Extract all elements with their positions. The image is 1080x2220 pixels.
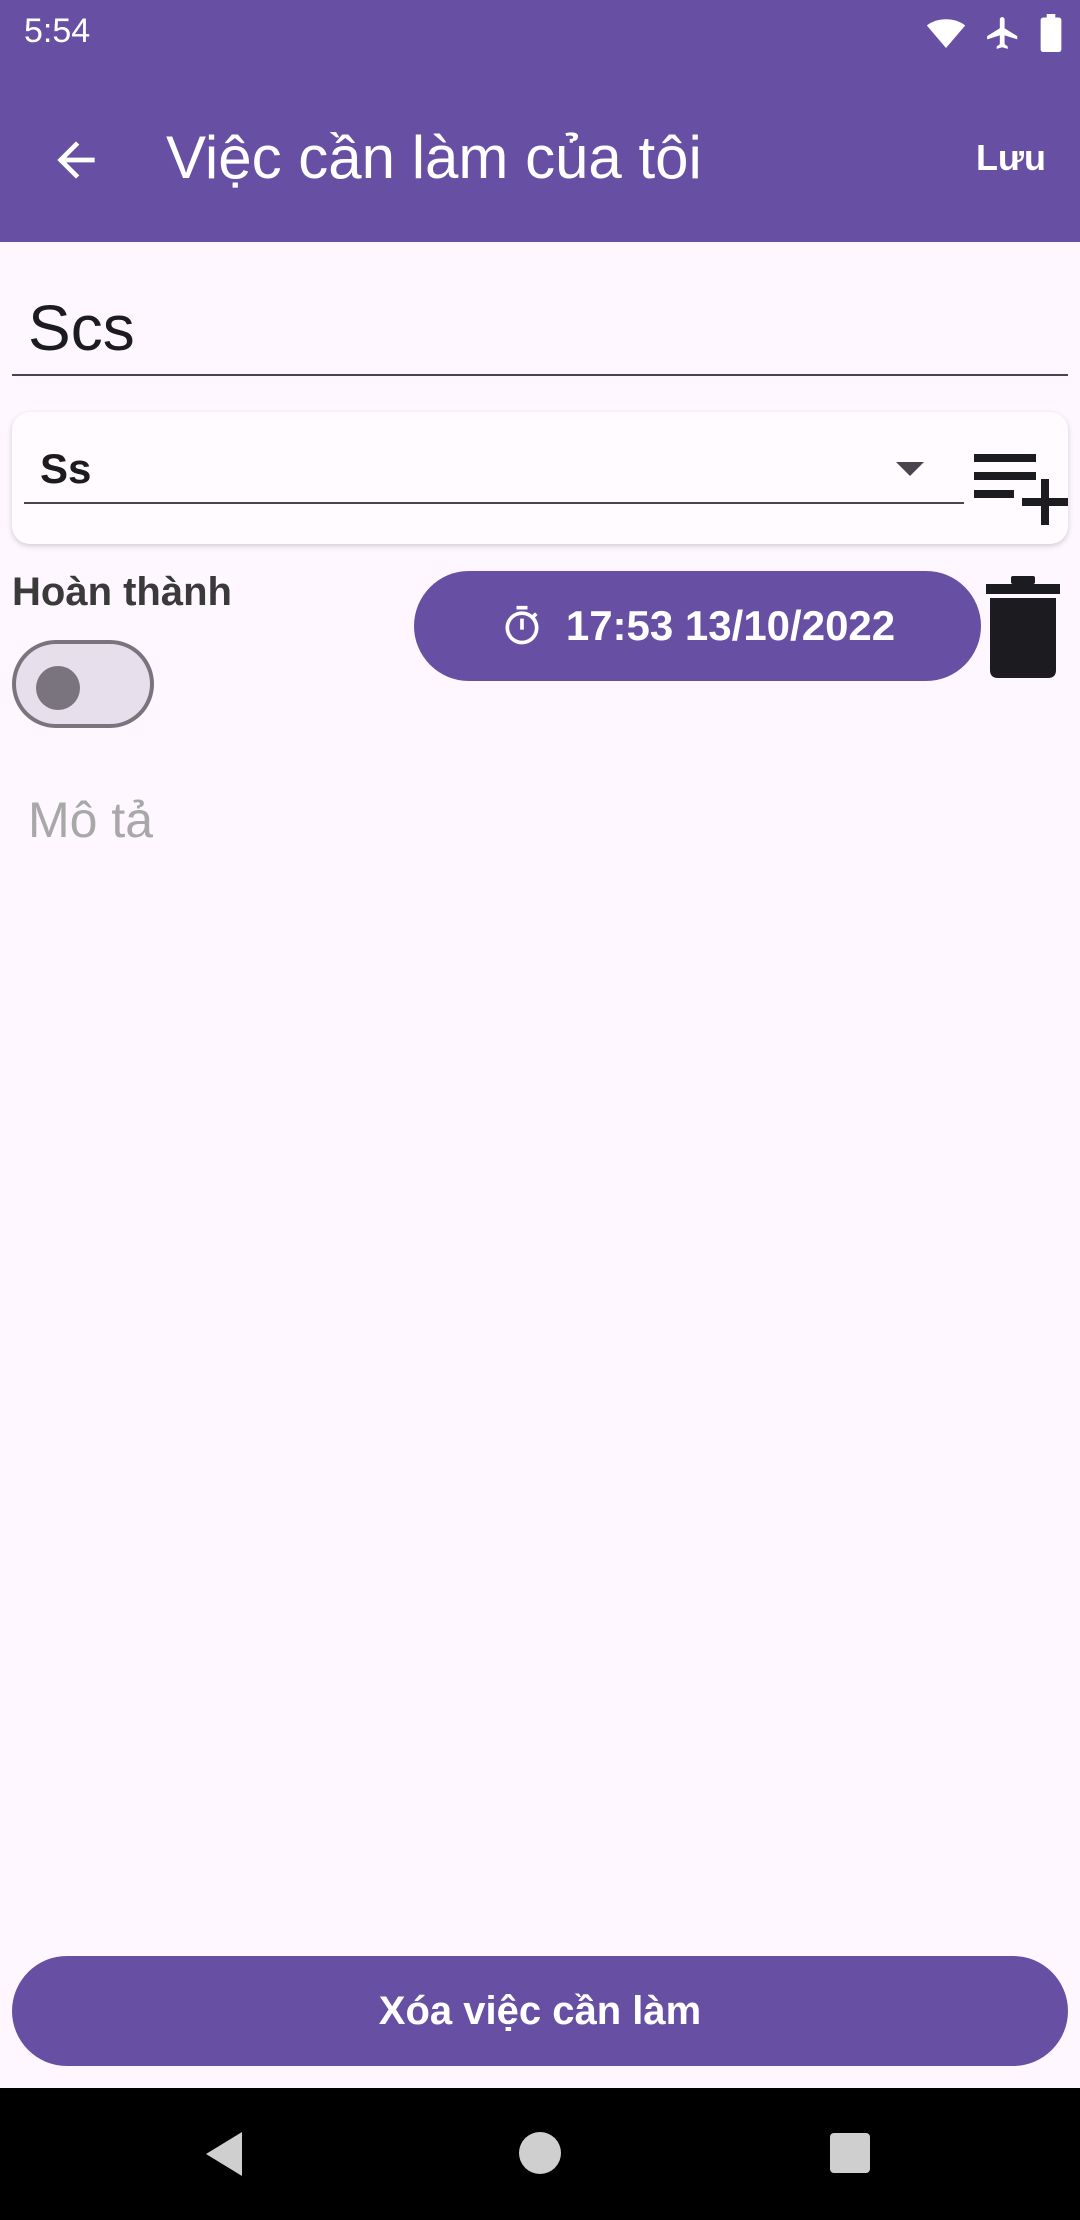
title-value: Scs <box>28 292 135 364</box>
navigation-bar <box>0 2088 1080 2220</box>
nav-back-icon[interactable] <box>200 2128 250 2180</box>
delete-icon-button[interactable] <box>986 574 1060 680</box>
save-button[interactable]: Lưu <box>976 136 1046 180</box>
app-bar: Việc cần làm của tôi Lưu <box>0 66 1080 242</box>
category-selected-value: Ss <box>40 445 92 492</box>
airplane-icon <box>987 17 1018 49</box>
datetime-value: 17:53 13/10/2022 <box>565 602 896 649</box>
category-dropdown[interactable]: Ss <box>24 432 964 504</box>
wifi-icon <box>926 19 966 48</box>
nav-home-icon[interactable] <box>519 2132 561 2174</box>
title-field[interactable]: Scs <box>12 278 1068 376</box>
arrow-back-icon <box>57 141 95 179</box>
delete-todo-button[interactable]: Xóa việc cần làm <box>12 1956 1068 2066</box>
status-time: 5:54 <box>24 12 91 50</box>
playlist-add-icon <box>974 454 1068 525</box>
status-bar: 5:54 <box>0 0 1080 66</box>
battery-icon <box>1040 14 1062 52</box>
trash-icon <box>986 576 1060 678</box>
page-title: Việc cần làm của tôi <box>166 124 702 191</box>
nav-recents-icon[interactable] <box>830 2133 870 2173</box>
category-card: Ss <box>12 412 1068 544</box>
done-toggle[interactable] <box>12 640 154 728</box>
timer-icon <box>505 605 539 645</box>
add-category-button[interactable] <box>962 442 1072 532</box>
status-icons <box>926 14 1062 52</box>
done-label: Hoàn thành <box>12 570 232 614</box>
back-button[interactable] <box>40 124 112 196</box>
description-field[interactable]: Mô tả <box>28 790 153 850</box>
dropdown-arrow-icon <box>896 462 924 476</box>
datetime-button[interactable]: 17:53 13/10/2022 <box>414 571 981 681</box>
toggle-thumb <box>36 666 80 710</box>
